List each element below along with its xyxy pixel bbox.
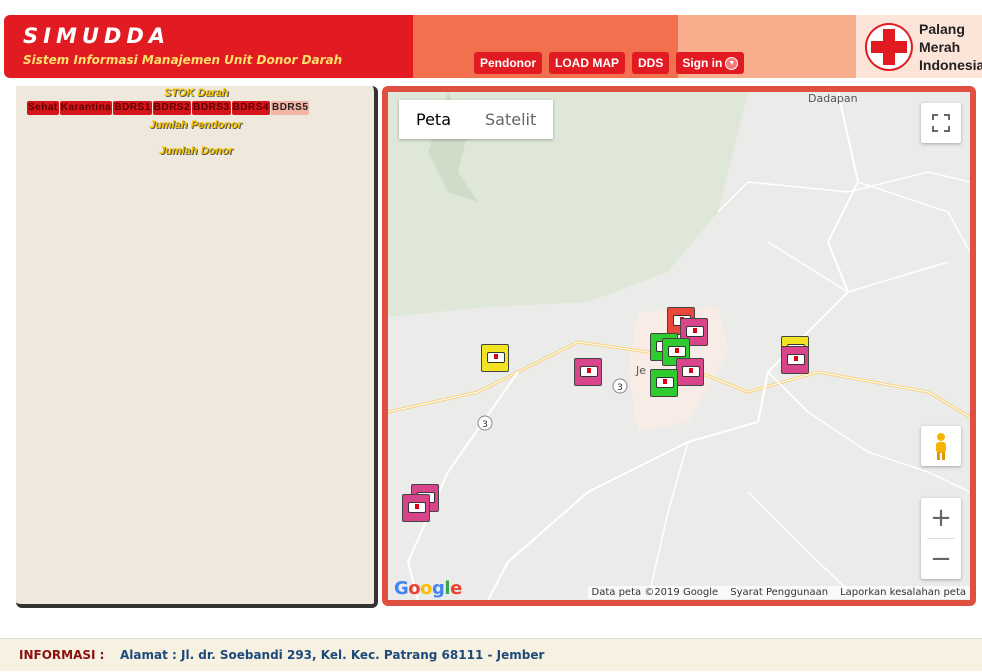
map-canvas[interactable]: 3 3 Dadapan Je Peta Satelit + − Google D… (388, 92, 970, 600)
ambulance-icon (787, 354, 805, 365)
report-error-link[interactable]: Laporkan kesalahan peta (840, 587, 966, 598)
ambulance-icon (487, 352, 505, 363)
logo-line: Indonesia (919, 57, 982, 73)
fullscreen-icon (932, 114, 950, 132)
map-attribution: Data peta ©2019 Google Syarat Penggunaan… (587, 586, 970, 599)
logo-line: Palang (919, 21, 965, 37)
category-sehat[interactable]: Sehat (27, 101, 59, 115)
ambulance-icon (580, 366, 598, 377)
category-bdrs3[interactable]: BDRS3 (192, 101, 231, 115)
google-logo-letter: g (432, 578, 445, 599)
app-subtitle: Sistem Informasi Manajemen Unit Donor Da… (23, 53, 343, 67)
zoom-in-button[interactable]: + (921, 498, 961, 538)
ambulance-icon (668, 346, 686, 357)
jumlah-donor-label: Jumlah Donor (159, 145, 233, 157)
fullscreen-button[interactable] (921, 103, 961, 143)
info-label: INFORMASI : (19, 648, 105, 662)
category-bdrs5[interactable]: BDRS5 (270, 101, 310, 115)
map-data-credit: Data peta ©2019 Google (591, 587, 719, 598)
map-type-toggle: Peta Satelit (399, 100, 554, 139)
bus-icon (408, 502, 426, 513)
category-bdrs4[interactable]: BDRS4 (231, 101, 270, 115)
google-logo-letter: o (420, 578, 433, 599)
pegman-icon (936, 433, 946, 460)
category-bdrs1[interactable]: BDRS1 (113, 101, 152, 115)
terms-link[interactable]: Syarat Penggunaan (730, 587, 828, 598)
brand-banner: SIMUDDA Sistem Informasi Manajemen Unit … (4, 15, 413, 78)
pink-ambulance-marker[interactable] (676, 358, 704, 386)
header: SIMUDDA Sistem Informasi Manajemen Unit … (4, 15, 982, 80)
nav-dds-button[interactable]: DDS (632, 52, 670, 74)
category-bdrs2[interactable]: BDRS2 (152, 101, 192, 115)
pink-ambulance-marker[interactable] (574, 358, 602, 386)
ambulance-icon (656, 377, 674, 388)
street-view-pegman-button[interactable] (921, 426, 961, 466)
logo-line: Merah (919, 39, 961, 55)
place-label: Je (636, 364, 647, 377)
pink-bus-marker[interactable] (402, 494, 430, 522)
green-ambulance-marker[interactable] (650, 369, 678, 397)
pmi-logo-text: Palang Merah Indonesia (919, 20, 982, 74)
map-type-peta-button[interactable]: Peta (399, 100, 468, 139)
google-logo-letter: e (450, 578, 462, 599)
road-shield-label: 3 (482, 420, 488, 430)
zoom-out-button[interactable]: − (921, 539, 961, 579)
google-logo[interactable]: Google (394, 578, 462, 599)
stok-darah-title: STOK Darah (164, 87, 229, 99)
road-shield-label: 3 (617, 383, 623, 393)
address-text: Alamat : Jl. dr. Soebandi 293, Kel. Kec.… (120, 648, 545, 662)
nav-pendonor-button[interactable]: Pendonor (474, 52, 542, 74)
google-logo-letter: G (394, 578, 409, 599)
place-label: Dadapan (808, 92, 858, 105)
map-frame: 3 3 Dadapan Je Peta Satelit + − Google D… (382, 86, 976, 606)
stock-panel: STOK Darah Sehat Karantina BDRS1 BDRS2 B… (16, 86, 378, 608)
sign-in-label: Sign in (682, 56, 723, 70)
category-karantina[interactable]: Karantina (59, 101, 113, 115)
nav-load-map-button[interactable]: LOAD MAP (549, 52, 625, 74)
google-logo-letter: o (408, 578, 421, 599)
app-title: SIMUDDA (23, 24, 171, 48)
jumlah-pendonor-label: Jumlah Pendonor (149, 119, 242, 131)
ambulance-icon (682, 366, 700, 377)
sign-in-button[interactable]: Sign in ▼ (676, 52, 745, 74)
map-type-satelit-button[interactable]: Satelit (468, 100, 554, 139)
chevron-down-icon: ▼ (725, 56, 739, 70)
bus-icon (686, 326, 704, 337)
stock-category-row: Sehat Karantina BDRS1 BDRS2 BDRS3 BDRS4 … (27, 101, 310, 115)
zoom-control: + − (921, 498, 961, 579)
red-cross-logo-icon (864, 23, 913, 71)
pink-ambulance-marker[interactable] (781, 346, 809, 374)
footer: INFORMASI : Alamat : Jl. dr. Soebandi 29… (0, 638, 982, 671)
main-nav: Pendonor LOAD MAP DDS Sign in ▼ (474, 52, 745, 74)
yellow-ambulance-marker[interactable] (481, 344, 509, 372)
